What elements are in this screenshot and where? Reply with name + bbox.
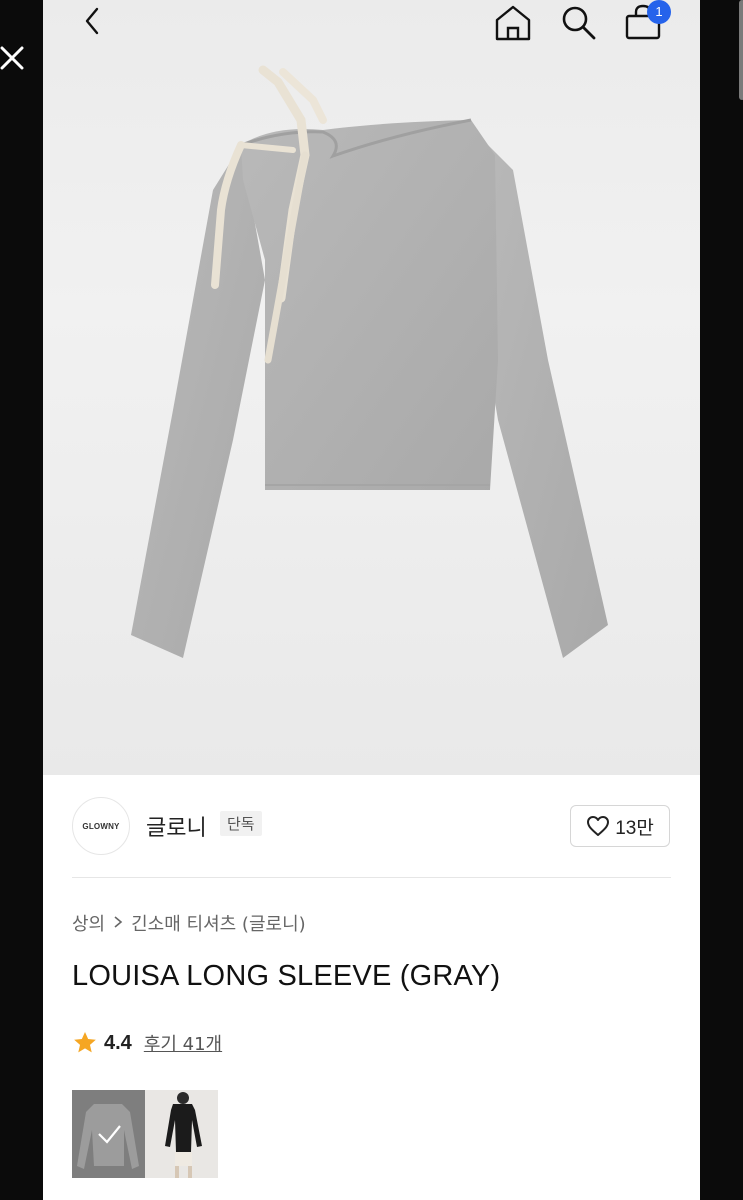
breadcrumb-category[interactable]: 상의 — [72, 910, 105, 936]
gray-top-thumbnail[interactable] — [72, 1090, 145, 1178]
brand-logo-text: GLOWNY — [82, 821, 120, 831]
rating-value: 4.4 — [104, 1031, 132, 1054]
screen-edge-left — [0, 0, 43, 1200]
shopping-bag-icon[interactable]: 1 — [623, 0, 671, 42]
product-hero: 1 — [43, 0, 700, 775]
product-title: LOUISA LONG SLEEVE (GRAY) — [72, 960, 501, 992]
scrollbar[interactable] — [739, 0, 743, 100]
divider — [72, 877, 671, 878]
cart-count-badge: 1 — [647, 0, 671, 24]
breadcrumb-subcategory[interactable]: 긴소매 티셔츠 (글로니) — [131, 910, 306, 936]
product-image[interactable] — [43, 60, 700, 700]
brand-name[interactable]: 글로니 — [146, 810, 207, 842]
heart-icon — [587, 816, 610, 836]
chevron-right-icon — [113, 914, 123, 933]
chevron-left-icon[interactable] — [79, 4, 109, 38]
black-top-thumbnail[interactable] — [145, 1090, 218, 1178]
breadcrumb: 상의 긴소매 티셔츠 (글로니) — [72, 910, 306, 936]
screen-edge-right — [700, 0, 743, 1200]
brand-logo[interactable]: GLOWNY — [72, 797, 130, 855]
color-thumbnails — [72, 1090, 218, 1178]
exclusive-badge: 단독 — [220, 811, 262, 836]
close-icon[interactable] — [0, 38, 32, 78]
like-count: 13만 — [615, 817, 654, 839]
product-detail-page: 1 GLOWNY 글로니 단독 13만 상의 긴소매 티셔츠 (글로니) LOU… — [43, 0, 700, 1200]
top-navigation-bar: 1 — [43, 0, 700, 48]
reviews-link[interactable]: 후기 41개 — [144, 1030, 222, 1056]
search-icon[interactable] — [558, 2, 598, 42]
rating-row: 4.4 후기 41개 — [72, 1030, 222, 1056]
star-icon — [74, 1031, 96, 1053]
brand-row: GLOWNY 글로니 단독 13만 — [72, 797, 672, 857]
like-button[interactable]: 13만 — [570, 805, 670, 847]
home-icon[interactable] — [493, 2, 533, 42]
